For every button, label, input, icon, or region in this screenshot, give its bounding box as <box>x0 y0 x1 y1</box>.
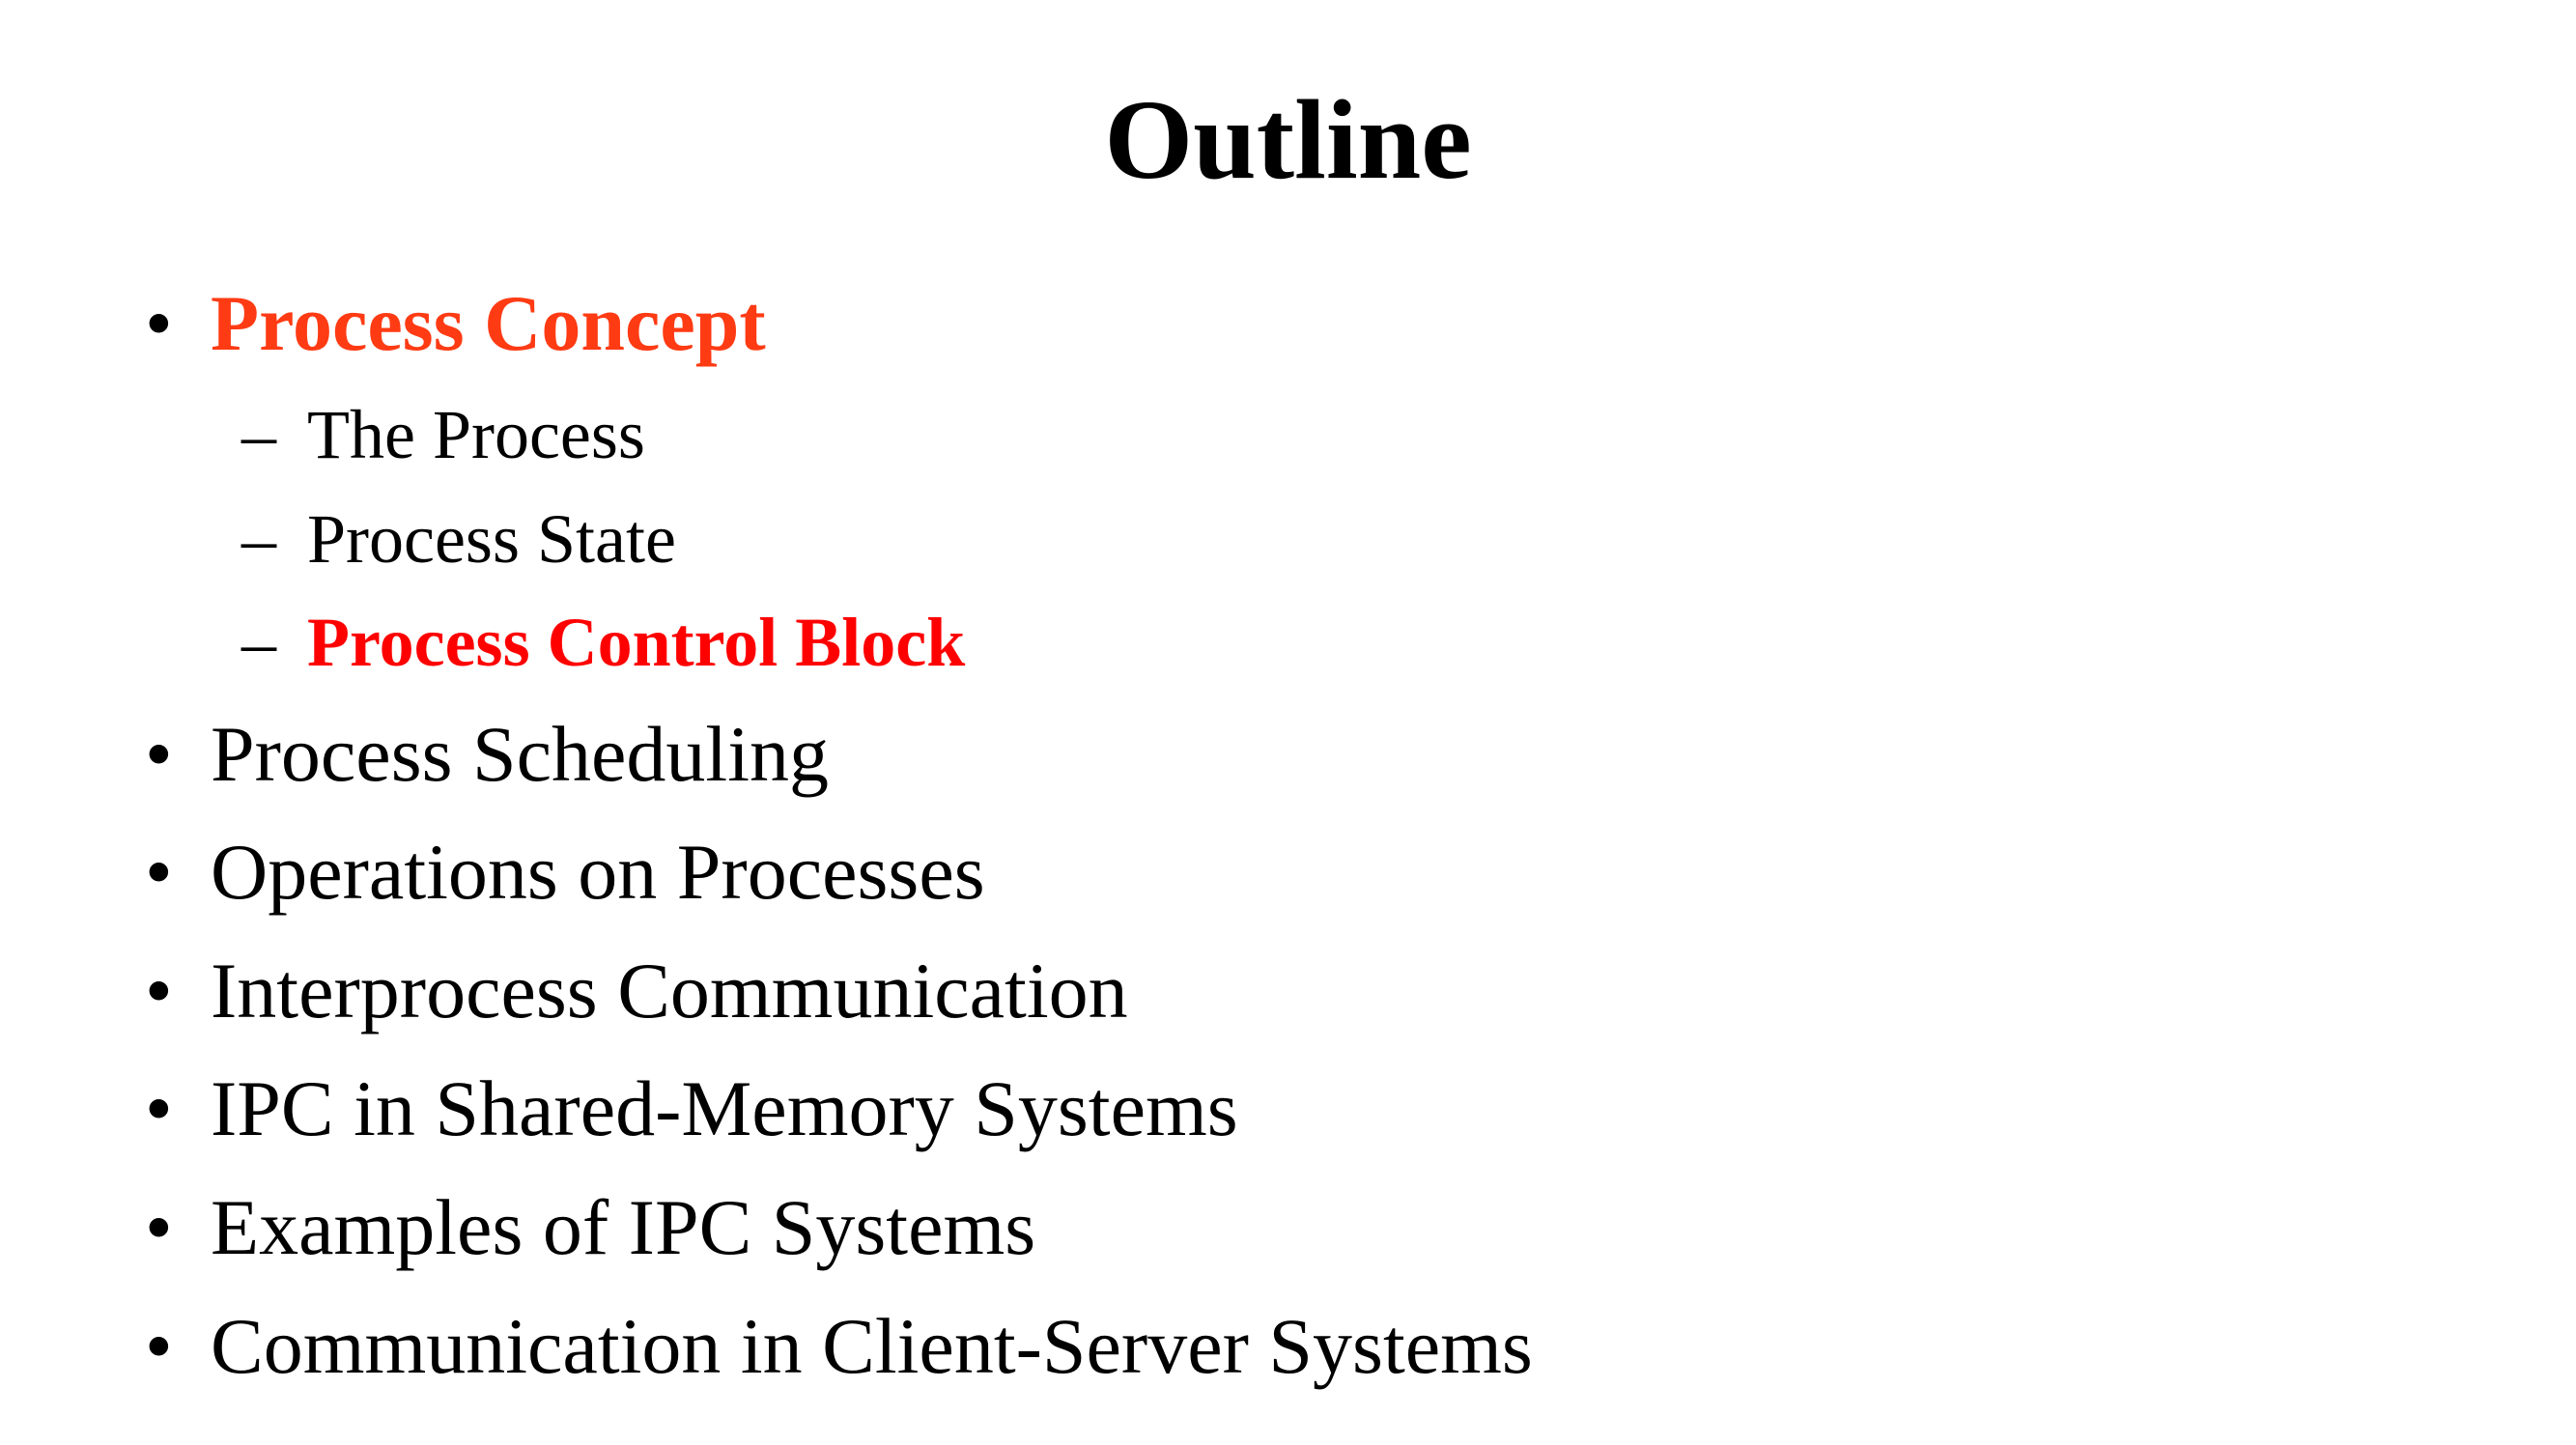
slide: Outline • Process Concept – The Process … <box>0 0 2576 1445</box>
dash-icon: – <box>241 500 276 578</box>
outline-item-label: Process Scheduling <box>211 710 829 798</box>
outline-item-label: Interprocess Communication <box>211 947 1128 1034</box>
bullet-icon: • <box>145 1302 173 1390</box>
outline-item-label: Operations on Processes <box>211 828 985 916</box>
dash-icon: – <box>241 396 276 473</box>
outline-list: • Process Concept – The Process – Proces… <box>145 0 2463 1445</box>
outline-item-label: Examples of IPC Systems <box>211 1183 1036 1271</box>
outline-item-label: Process Concept <box>211 279 766 367</box>
bullet-icon: • <box>145 828 173 916</box>
outline-subitem-label: Process State <box>307 500 676 578</box>
outline-item-label: Communication in Client-Server Systems <box>211 1302 1533 1390</box>
outline-subitem-label: Process Control Block <box>307 604 966 681</box>
dash-icon: – <box>241 604 276 681</box>
bullet-icon: • <box>145 947 173 1034</box>
bullet-icon: • <box>145 1064 173 1152</box>
bullet-icon: • <box>145 710 173 798</box>
bullet-icon: • <box>145 1183 173 1271</box>
outline-item-label: IPC in Shared-Memory Systems <box>211 1064 1238 1152</box>
bullet-icon: • <box>145 279 173 367</box>
outline-subitem-label: The Process <box>307 396 645 473</box>
